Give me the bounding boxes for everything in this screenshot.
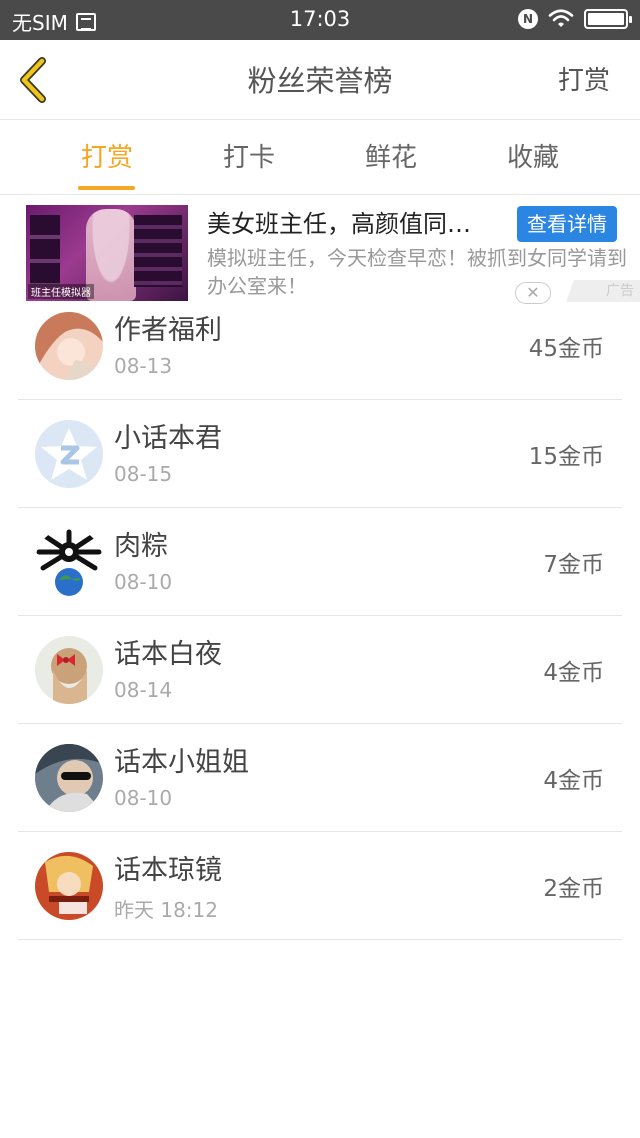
fan-date: 08-13 xyxy=(114,354,173,378)
avatar[interactable] xyxy=(35,312,103,380)
reward-amount: 4金币 xyxy=(543,768,604,794)
avatar-sunglasses-icon xyxy=(35,744,103,812)
fan-name: 话本白夜 xyxy=(114,639,222,670)
page-title: 粉丝荣誉榜 xyxy=(247,64,393,98)
avatar[interactable] xyxy=(35,636,103,704)
tab-checkin[interactable]: 打卡 xyxy=(189,137,309,174)
fan-name: 肉粽 xyxy=(114,531,168,562)
ad-banner[interactable]: 班主任模拟器 美女班主任，高颜值同… 查看详情 模拟班主任，今天检查早恋！被抓到… xyxy=(0,196,640,306)
ad-details-button[interactable]: 查看详情 xyxy=(517,206,617,242)
ad-image[interactable]: 班主任模拟器 xyxy=(26,205,188,301)
reward-amount: 7金币 xyxy=(543,552,604,578)
ad-image-panel xyxy=(30,215,60,287)
status-right: N xyxy=(518,9,632,29)
avatar[interactable] xyxy=(35,744,103,812)
fan-name: 话本小姐姐 xyxy=(114,747,249,778)
fan-name: 作者福利 xyxy=(114,315,222,346)
list-item[interactable]: 话本琼镜 昨天 18:12 2金币 xyxy=(18,832,622,940)
tab-favorites[interactable]: 收藏 xyxy=(473,137,593,174)
fan-date: 昨天 18:12 xyxy=(114,898,218,922)
nfc-icon: N xyxy=(518,9,538,29)
wifi-icon xyxy=(548,9,574,27)
reward-amount: 15金币 xyxy=(528,444,604,470)
list-item[interactable]: 小话本君 08-15 15金币 xyxy=(18,400,622,508)
list-item[interactable]: 肉粽 08-10 7金币 xyxy=(18,508,622,616)
avatar-anime-red-icon xyxy=(35,852,103,920)
reward-action-button[interactable]: 打赏 xyxy=(558,60,610,97)
tab-active-indicator xyxy=(78,186,135,190)
avatar-default-z-icon xyxy=(35,420,103,488)
list-item[interactable]: 话本白夜 08-14 4金币 xyxy=(18,616,622,724)
reward-amount: 45金币 xyxy=(528,336,604,362)
fan-date: 08-10 xyxy=(114,786,173,810)
avatar-bow-girl-icon xyxy=(35,636,103,704)
fan-name: 话本琼镜 xyxy=(114,855,222,886)
reward-amount: 4金币 xyxy=(543,660,604,686)
avatar-anime-girl-icon xyxy=(35,312,103,380)
fan-name: 小话本君 xyxy=(114,423,222,454)
avatar[interactable] xyxy=(35,420,103,488)
fan-date: 08-10 xyxy=(114,570,173,594)
ad-title[interactable]: 美女班主任，高颜值同… xyxy=(207,204,507,239)
battery-icon xyxy=(584,9,632,29)
ad-image-panel xyxy=(134,215,182,287)
list-item[interactable]: 话本小姐姐 08-10 4金币 xyxy=(18,724,622,832)
avatar[interactable] xyxy=(35,528,103,596)
avatar[interactable] xyxy=(35,852,103,920)
reward-amount: 2金币 xyxy=(543,876,604,902)
status-bar: 无SIM 17:03 N xyxy=(0,0,640,40)
fan-list: 作者福利 08-13 45金币 小话本君 08-15 15金币 肉粽 08-10… xyxy=(18,292,622,940)
header: 粉丝荣誉榜 打赏 xyxy=(0,40,640,120)
tab-bar: 打赏 打卡 鲜花 收藏 xyxy=(0,121,640,195)
fan-date: 08-15 xyxy=(114,462,173,486)
tab-reward[interactable]: 打赏 xyxy=(47,137,167,174)
list-item[interactable]: 作者福利 08-13 45金币 xyxy=(18,292,622,400)
tab-flowers[interactable]: 鲜花 xyxy=(331,137,451,174)
avatar-spider-globe-icon xyxy=(35,528,103,596)
fan-date: 08-14 xyxy=(114,678,173,702)
